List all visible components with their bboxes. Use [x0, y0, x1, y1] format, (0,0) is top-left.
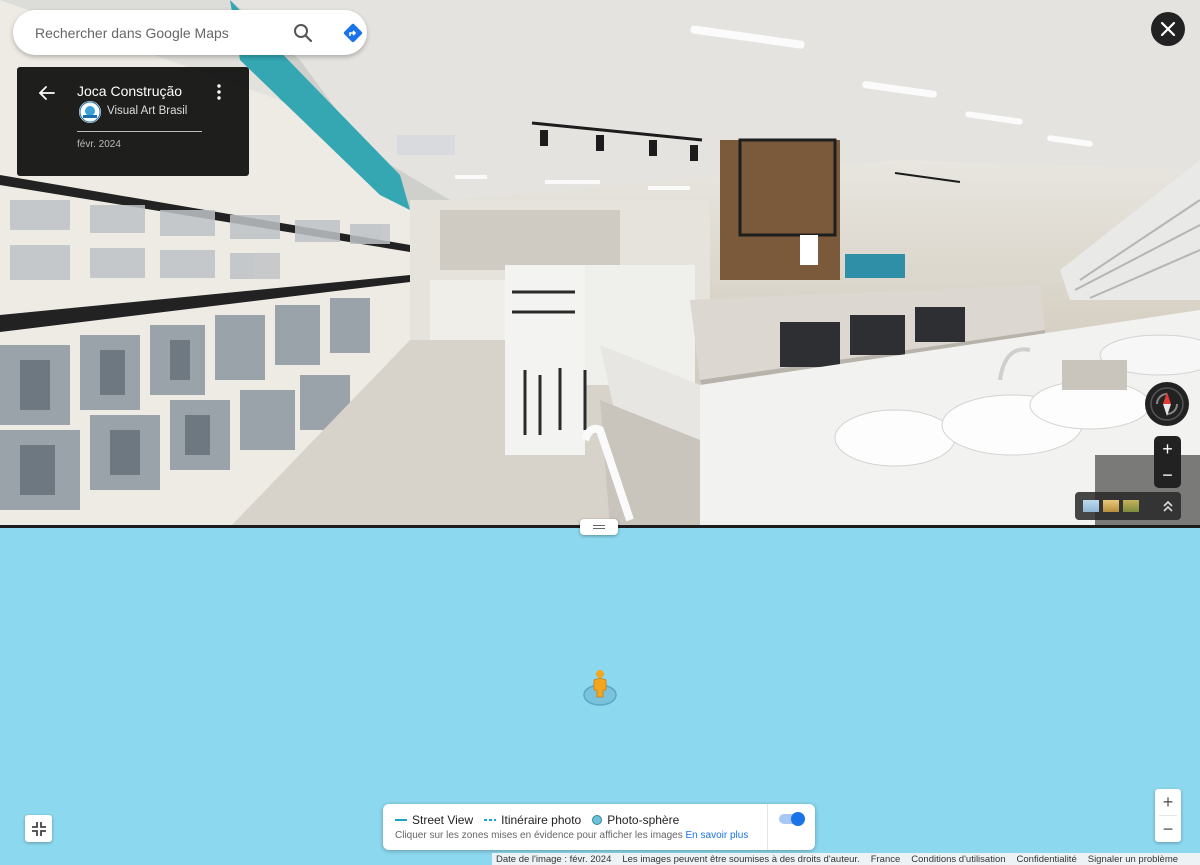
chevron-up-icon[interactable] — [1161, 498, 1175, 514]
card-divider — [77, 131, 202, 132]
more-vert-icon[interactable] — [213, 82, 225, 102]
legend-photo-path: Itinéraire photo — [484, 813, 581, 827]
coverage-toggle[interactable] — [779, 812, 805, 826]
back-arrow-icon[interactable] — [37, 83, 57, 103]
coverage-legend: Street View Itinéraire photo Photo-sphèr… — [383, 804, 815, 850]
thumbnail[interactable] — [1123, 500, 1139, 512]
street-view-line-swatch — [395, 819, 407, 821]
capture-date: févr. 2024 — [77, 139, 121, 150]
place-title: Joca Construção — [77, 83, 183, 99]
privacy-link[interactable]: Confidentialité — [1013, 854, 1084, 865]
legend-photo-sphere: Photo-sphère — [592, 813, 679, 827]
pano-zoom-control: + − — [1154, 436, 1181, 488]
photo-thumbnails[interactable] — [1075, 492, 1181, 520]
country-link[interactable]: France — [867, 854, 908, 865]
directions-icon[interactable] — [341, 21, 365, 45]
author-name[interactable]: Visual Art Brasil — [107, 105, 187, 117]
drag-lines-icon — [593, 525, 605, 529]
map-zoom-in-button[interactable]: + — [1155, 789, 1181, 815]
legend-items: Street View Itinéraire photo Photo-sphèr… — [395, 813, 690, 827]
thumbnail[interactable] — [1103, 500, 1119, 512]
terms-link[interactable]: Conditions d'utilisation — [907, 854, 1012, 865]
pano-zoom-in-button[interactable]: + — [1154, 436, 1181, 462]
resize-handle[interactable] — [580, 519, 618, 535]
search-icon[interactable] — [291, 21, 315, 45]
image-date: Date de l'image : févr. 2024 — [496, 853, 612, 865]
learn-more-link[interactable]: En savoir plus — [686, 830, 749, 841]
map-zoom-out-button[interactable]: − — [1155, 816, 1181, 842]
photo-path-dashed-swatch — [484, 819, 497, 821]
legend-hint: Cliquer sur les zones mises en évidence … — [395, 830, 749, 841]
collapse-icon — [31, 821, 46, 836]
footer-bar: Date de l'image : févr. 2024 Les images … — [492, 853, 1200, 865]
copyright-notice: Les images peuvent être soumises à des d… — [622, 853, 860, 865]
photo-sphere-dot-swatch — [592, 815, 603, 825]
search-input[interactable] — [35, 22, 265, 44]
legend-street-view: Street View — [395, 813, 473, 827]
search-box — [13, 10, 367, 55]
place-info-card: Joca Construção Visual Art Brasil févr. … — [17, 67, 249, 176]
close-street-view-button[interactable] — [1151, 12, 1185, 46]
collapse-map-button[interactable] — [25, 815, 52, 842]
pegman-icon[interactable] — [582, 668, 618, 708]
report-problem-link[interactable]: Signaler un problème — [1084, 854, 1185, 865]
pano-zoom-out-button[interactable]: − — [1154, 462, 1181, 488]
close-icon — [1160, 21, 1176, 37]
author-avatar[interactable] — [79, 101, 101, 123]
thumbnail[interactable] — [1083, 500, 1099, 512]
compass-button[interactable] — [1145, 382, 1189, 426]
map-zoom-control: + − — [1155, 789, 1181, 842]
compass-icon — [1150, 387, 1184, 421]
legend-separator — [767, 804, 768, 850]
